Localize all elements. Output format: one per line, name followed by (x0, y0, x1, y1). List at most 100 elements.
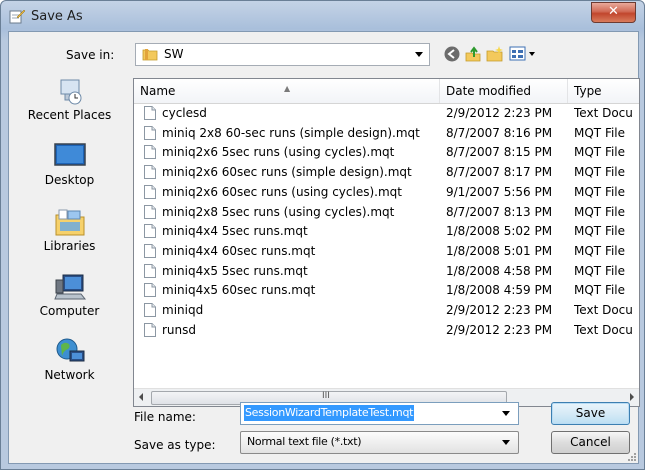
dialog-body: Save in: SW Recent Places Desktop Librar… (8, 31, 640, 464)
recent-places-icon (60, 79, 81, 105)
table-row[interactable]: miniq2x6 60sec runs (simple design).mqt 8… (134, 163, 639, 181)
document-icon (144, 165, 156, 180)
file-date-cell: 8/7/2007 8:13 PM (446, 204, 553, 219)
file-name-cell: miniq2x6 60sec runs (simple design).mqt (162, 165, 412, 180)
file-date-cell: 2/9/2012 2:23 PM (446, 322, 553, 337)
table-row[interactable]: runsd 2/9/2012 2:23 PM Text Docu (134, 321, 639, 339)
document-icon (144, 243, 156, 258)
sort-ascending-icon: ▲ (284, 84, 291, 93)
file-name-cell: miniq4x5 5sec runs.mqt (162, 263, 308, 278)
place-libraries[interactable]: Libraries (9, 207, 130, 253)
file-name-cell: miniq4x4 5sec runs.mqt (162, 224, 308, 239)
chevron-down-icon[interactable] (502, 411, 510, 416)
column-header-type[interactable]: Type (568, 79, 639, 103)
file-name-cell: cyclesd (162, 106, 207, 120)
file-type-cell: MQT File (574, 283, 626, 298)
file-date-cell: 8/7/2007 8:17 PM (446, 165, 553, 180)
file-type-cell: MQT File (574, 184, 626, 199)
file-name-label: File name: (134, 410, 196, 424)
document-icon (144, 303, 156, 317)
file-type-cell: MQT File (574, 224, 626, 239)
document-icon (144, 322, 156, 337)
views-menu-icon[interactable] (509, 45, 539, 63)
document-icon (144, 283, 156, 298)
network-icon (56, 338, 84, 362)
desktop-icon (53, 143, 86, 166)
save-button[interactable]: Save (551, 402, 630, 425)
file-name-cell: miniqd (162, 303, 204, 317)
new-folder-icon[interactable] (486, 45, 504, 63)
place-network[interactable]: Network (9, 336, 130, 382)
document-icon (144, 263, 156, 278)
file-name-cell: miniq4x5 60sec runs.mqt (162, 283, 316, 298)
table-row[interactable]: miniq2x6 5sec runs (using cycles).mqt 8/7… (134, 143, 639, 161)
place-label: Recent Places (27, 108, 112, 122)
scroll-right-arrow-icon[interactable] (630, 393, 634, 401)
save-as-type-dropdown[interactable]: Normal text file (*.txt) (240, 431, 519, 454)
place-desktop[interactable]: Desktop (9, 141, 130, 187)
file-date-cell: 8/7/2007 8:15 PM (446, 145, 553, 160)
file-type-cell: MQT File (574, 165, 626, 180)
table-row[interactable]: cyclesd 2/9/2012 2:23 PM Text Docu (134, 104, 639, 122)
save-in-dropdown[interactable]: SW (135, 43, 430, 66)
file-name-cell: miniq2x6 60sec runs (using cycles).mqt (162, 184, 402, 199)
title-bar[interactable]: Save As ✕ (1, 1, 644, 31)
column-header-date[interactable]: Date modified (440, 79, 568, 103)
file-date-cell: 2/9/2012 2:23 PM (446, 303, 553, 317)
save-document-icon (9, 9, 25, 24)
file-date-cell: 1/8/2008 5:01 PM (446, 243, 553, 258)
place-label: Computer (39, 304, 100, 318)
back-icon[interactable] (443, 45, 461, 63)
places-bar: Recent Places Desktop Libraries Computer… (9, 76, 130, 405)
libraries-icon (55, 209, 84, 236)
chevron-down-icon (502, 440, 510, 445)
document-icon (144, 184, 156, 199)
cancel-button[interactable]: Cancel (551, 431, 630, 454)
resize-grip-icon[interactable] (626, 451, 636, 461)
folder-icon (142, 49, 158, 61)
computer-icon (53, 274, 86, 300)
file-date-cell: 2/9/2012 2:23 PM (446, 106, 553, 120)
table-row[interactable]: miniqd 2/9/2012 2:23 PM Text Docu (134, 301, 639, 319)
up-folder-icon[interactable] (464, 45, 482, 63)
file-name-cell: miniq4x4 60sec runs.mqt (162, 243, 316, 258)
chevron-down-icon (415, 52, 423, 57)
table-row[interactable]: miniq2x8 5sec runs (using cycles).mqt 8/7… (134, 203, 639, 221)
file-name-cell: runsd (162, 322, 197, 337)
file-type-cell: Text Docu (574, 106, 633, 120)
file-type-cell: Text Docu (574, 322, 633, 337)
file-name-input[interactable]: SessionWizardTemplateTest.mqt (240, 402, 519, 425)
dialog-title: Save As (31, 9, 83, 24)
table-row[interactable]: miniq4x4 60sec runs.mqt 1/8/2008 5:01 PM M… (134, 242, 639, 260)
file-type-cell: MQT File (574, 145, 626, 160)
close-button[interactable]: ✕ (591, 2, 636, 23)
table-row[interactable]: miniq4x4 5sec runs.mqt 1/8/2008 5:02 PM MQ… (134, 222, 639, 240)
document-icon (144, 224, 156, 239)
file-date-cell: 9/1/2007 5:56 PM (446, 184, 553, 199)
scroll-left-arrow-icon[interactable] (139, 393, 143, 401)
document-icon (144, 106, 156, 120)
document-icon (144, 125, 156, 140)
file-name-cell: miniq 2x8 60-sec runs (simple design).mq… (162, 125, 420, 140)
file-name-cell: miniq2x8 5sec runs (using cycles).mqt (162, 204, 395, 219)
file-date-cell: 1/8/2008 4:58 PM (446, 263, 553, 278)
save-as-dialog: Save As ✕ Save in: SW Recent Places Desk… (0, 0, 645, 470)
list-header: Name ▲ Date modified Type (134, 79, 639, 104)
place-computer[interactable]: Computer (9, 272, 130, 318)
table-row[interactable]: miniq4x5 5sec runs.mqt 1/8/2008 4:58 PM MQ… (134, 262, 639, 280)
file-type-cell: MQT File (574, 204, 626, 219)
file-date-cell: 8/7/2007 8:16 PM (446, 125, 553, 140)
save-as-type-value: Normal text file (*.txt) (247, 435, 362, 448)
table-row[interactable]: miniq 2x8 60-sec runs (simple design).mq… (134, 124, 639, 142)
place-recent-places[interactable]: Recent Places (9, 76, 130, 122)
file-type-cell: Text Docu (574, 303, 633, 317)
scrollbar-grip: III (322, 391, 330, 401)
file-type-cell: MQT File (574, 125, 626, 140)
column-header-name[interactable]: Name ▲ (134, 79, 440, 103)
column-type-label: Type (574, 84, 602, 98)
place-label: Desktop (44, 173, 95, 187)
file-list[interactable]: Name ▲ Date modified Type cyclesd 2/9/201… (133, 78, 640, 407)
place-label: Libraries (43, 239, 96, 253)
table-row[interactable]: miniq4x5 60sec runs.mqt 1/8/2008 4:59 PM M… (134, 281, 639, 299)
table-row[interactable]: miniq2x6 60sec runs (using cycles).mqt 9/… (134, 183, 639, 201)
